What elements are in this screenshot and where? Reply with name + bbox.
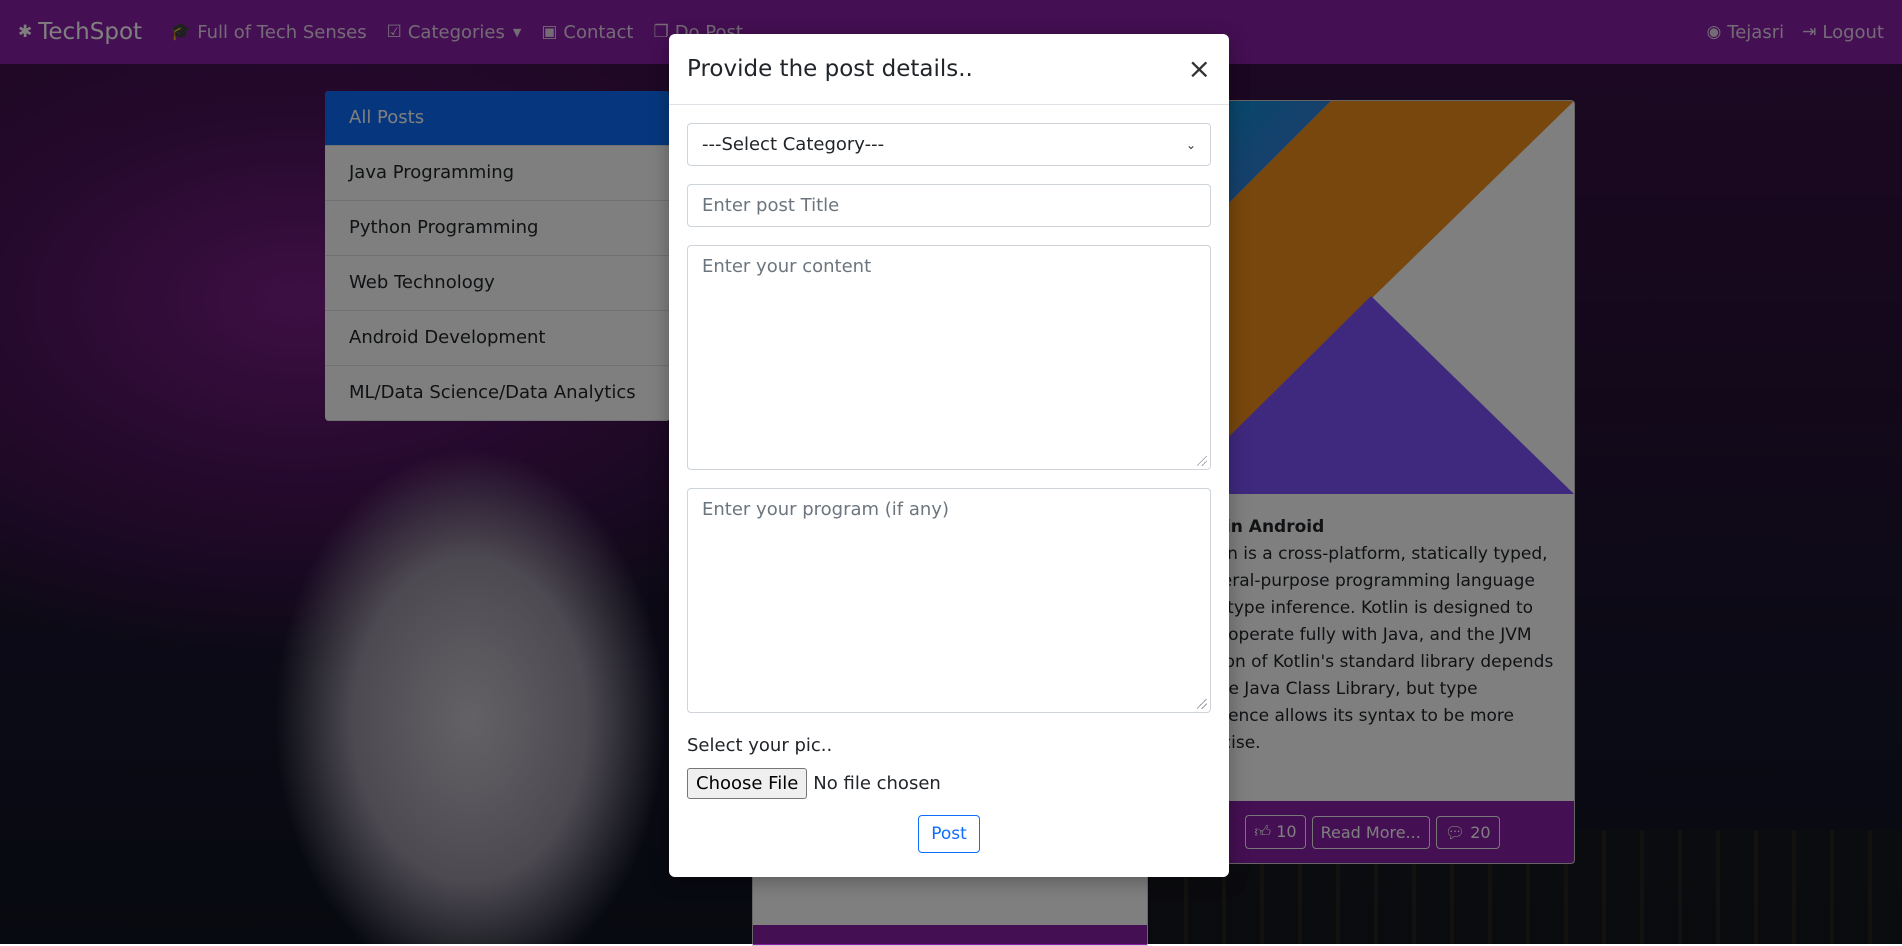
post-button[interactable]: Post — [918, 815, 980, 853]
post-title-input[interactable]: Enter post Title — [687, 184, 1211, 227]
post-details-modal: Provide the post details.. × ---Select C… — [669, 34, 1229, 877]
post-title-placeholder: Enter post Title — [702, 195, 840, 216]
close-icon[interactable]: × — [1188, 55, 1211, 83]
file-input: Choose File No file chosen — [687, 768, 1211, 799]
program-placeholder: Enter your program (if any) — [702, 499, 949, 520]
content-placeholder: Enter your content — [702, 256, 872, 277]
resize-handle-icon[interactable] — [1197, 456, 1207, 466]
pic-label: Select your pic.. — [687, 735, 833, 756]
program-textarea[interactable]: Enter your program (if any) — [687, 488, 1211, 713]
file-status: No file chosen — [813, 773, 941, 794]
post-button-row: Post — [687, 815, 1211, 853]
chevron-down-icon: ⌄ — [1185, 137, 1196, 152]
resize-handle-icon[interactable] — [1197, 699, 1207, 709]
category-select-value: ---Select Category--- — [702, 134, 885, 155]
modal-body: ---Select Category--- ⌄ Enter post Title… — [669, 123, 1229, 853]
content-textarea[interactable]: Enter your content — [687, 245, 1211, 470]
category-select[interactable]: ---Select Category--- ⌄ — [687, 123, 1211, 166]
choose-file-button[interactable]: Choose File — [687, 768, 808, 799]
modal-header: Provide the post details.. × — [669, 34, 1229, 105]
modal-title: Provide the post details.. — [687, 56, 973, 82]
